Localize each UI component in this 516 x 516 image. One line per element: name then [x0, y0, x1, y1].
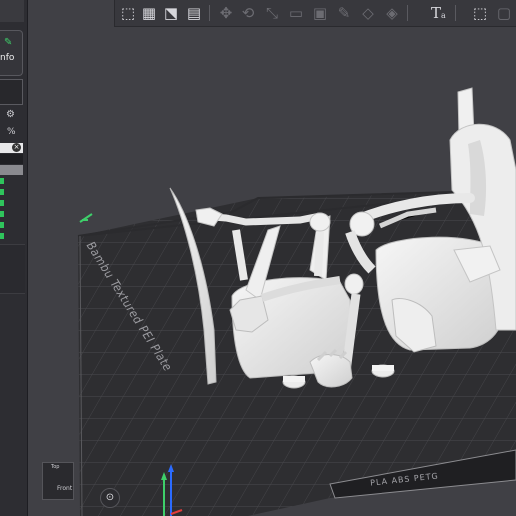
plate-layout-icon[interactable]: ▤	[185, 4, 203, 22]
checkbox-icon[interactable]	[0, 189, 4, 195]
3d-viewport[interactable]: Bambu Textured PEI Plate PLA ABS PETG To…	[0, 0, 516, 516]
text-tool-icon[interactable]: Ta	[431, 4, 446, 22]
toolbar-divider	[209, 5, 210, 21]
cut-icon[interactable]: ▣	[311, 4, 329, 22]
list-item[interactable]	[0, 154, 23, 164]
checkbox-icon[interactable]	[0, 200, 4, 206]
checkbox-icon[interactable]	[0, 178, 4, 184]
plate-info-button[interactable]: ✎ nfo	[0, 30, 23, 76]
toolbar-divider	[455, 5, 456, 21]
reset-view-icon[interactable]: ⊙	[100, 488, 120, 508]
top-toolbar: ⬚ ▦ ⬔ ▤ ✥ ⟲ ⤡ ▭ ▣ ✎ ◇ ◈ Ta ⬚ ▢	[114, 0, 516, 27]
clear-search-icon[interactable]: ×	[12, 143, 21, 152]
navcube-top-label[interactable]: Top	[51, 464, 59, 470]
add-cube-icon[interactable]: ⬚	[119, 4, 137, 22]
navcube-front-label[interactable]: Front	[57, 485, 72, 492]
sidebar-settings-panel	[0, 244, 25, 294]
origin-marker	[79, 213, 93, 223]
left-sidebar: ✎ nfo ⚙ % ×	[0, 0, 28, 516]
edit-icon: ✎	[4, 37, 13, 48]
text-tool-main: T	[431, 4, 442, 22]
plate-info-button-label: nfo	[0, 53, 15, 63]
more-tools-icon[interactable]: ▢	[495, 4, 513, 22]
build-scene[interactable]	[0, 0, 516, 516]
grid-arrange-icon[interactable]: ▦	[140, 4, 158, 22]
list-item[interactable]	[0, 165, 23, 175]
seam-icon[interactable]: ◇	[359, 4, 377, 22]
checkbox-icon[interactable]	[0, 222, 4, 228]
orient-icon[interactable]: ⬔	[162, 4, 180, 22]
checkbox-icon[interactable]	[0, 211, 4, 217]
model-disc-1-top	[283, 376, 305, 382]
sidebar-top-tab[interactable]	[0, 0, 24, 22]
rotate-icon[interactable]: ⟲	[239, 4, 257, 22]
support-paint-icon[interactable]: ✎	[335, 4, 353, 22]
assembly-view-icon[interactable]: ⬚	[471, 4, 489, 22]
color-paint-icon[interactable]: ◈	[383, 4, 401, 22]
scale-icon[interactable]: ⤡	[263, 4, 281, 22]
text-tool-sub: a	[441, 11, 446, 20]
checkbox-icon[interactable]	[0, 233, 4, 239]
percent-icon[interactable]: %	[7, 127, 16, 137]
toolbar-divider	[407, 5, 408, 21]
gear-icon[interactable]: ⚙	[6, 109, 15, 120]
sidebar-preview-box[interactable]	[0, 79, 23, 105]
search-input[interactable]: ×	[0, 143, 23, 153]
view-navigation-cube[interactable]: Top Front	[38, 458, 78, 506]
model-disc-2-top	[372, 365, 394, 371]
move-icon[interactable]: ✥	[217, 4, 235, 22]
lay-flat-icon[interactable]: ▭	[287, 4, 305, 22]
